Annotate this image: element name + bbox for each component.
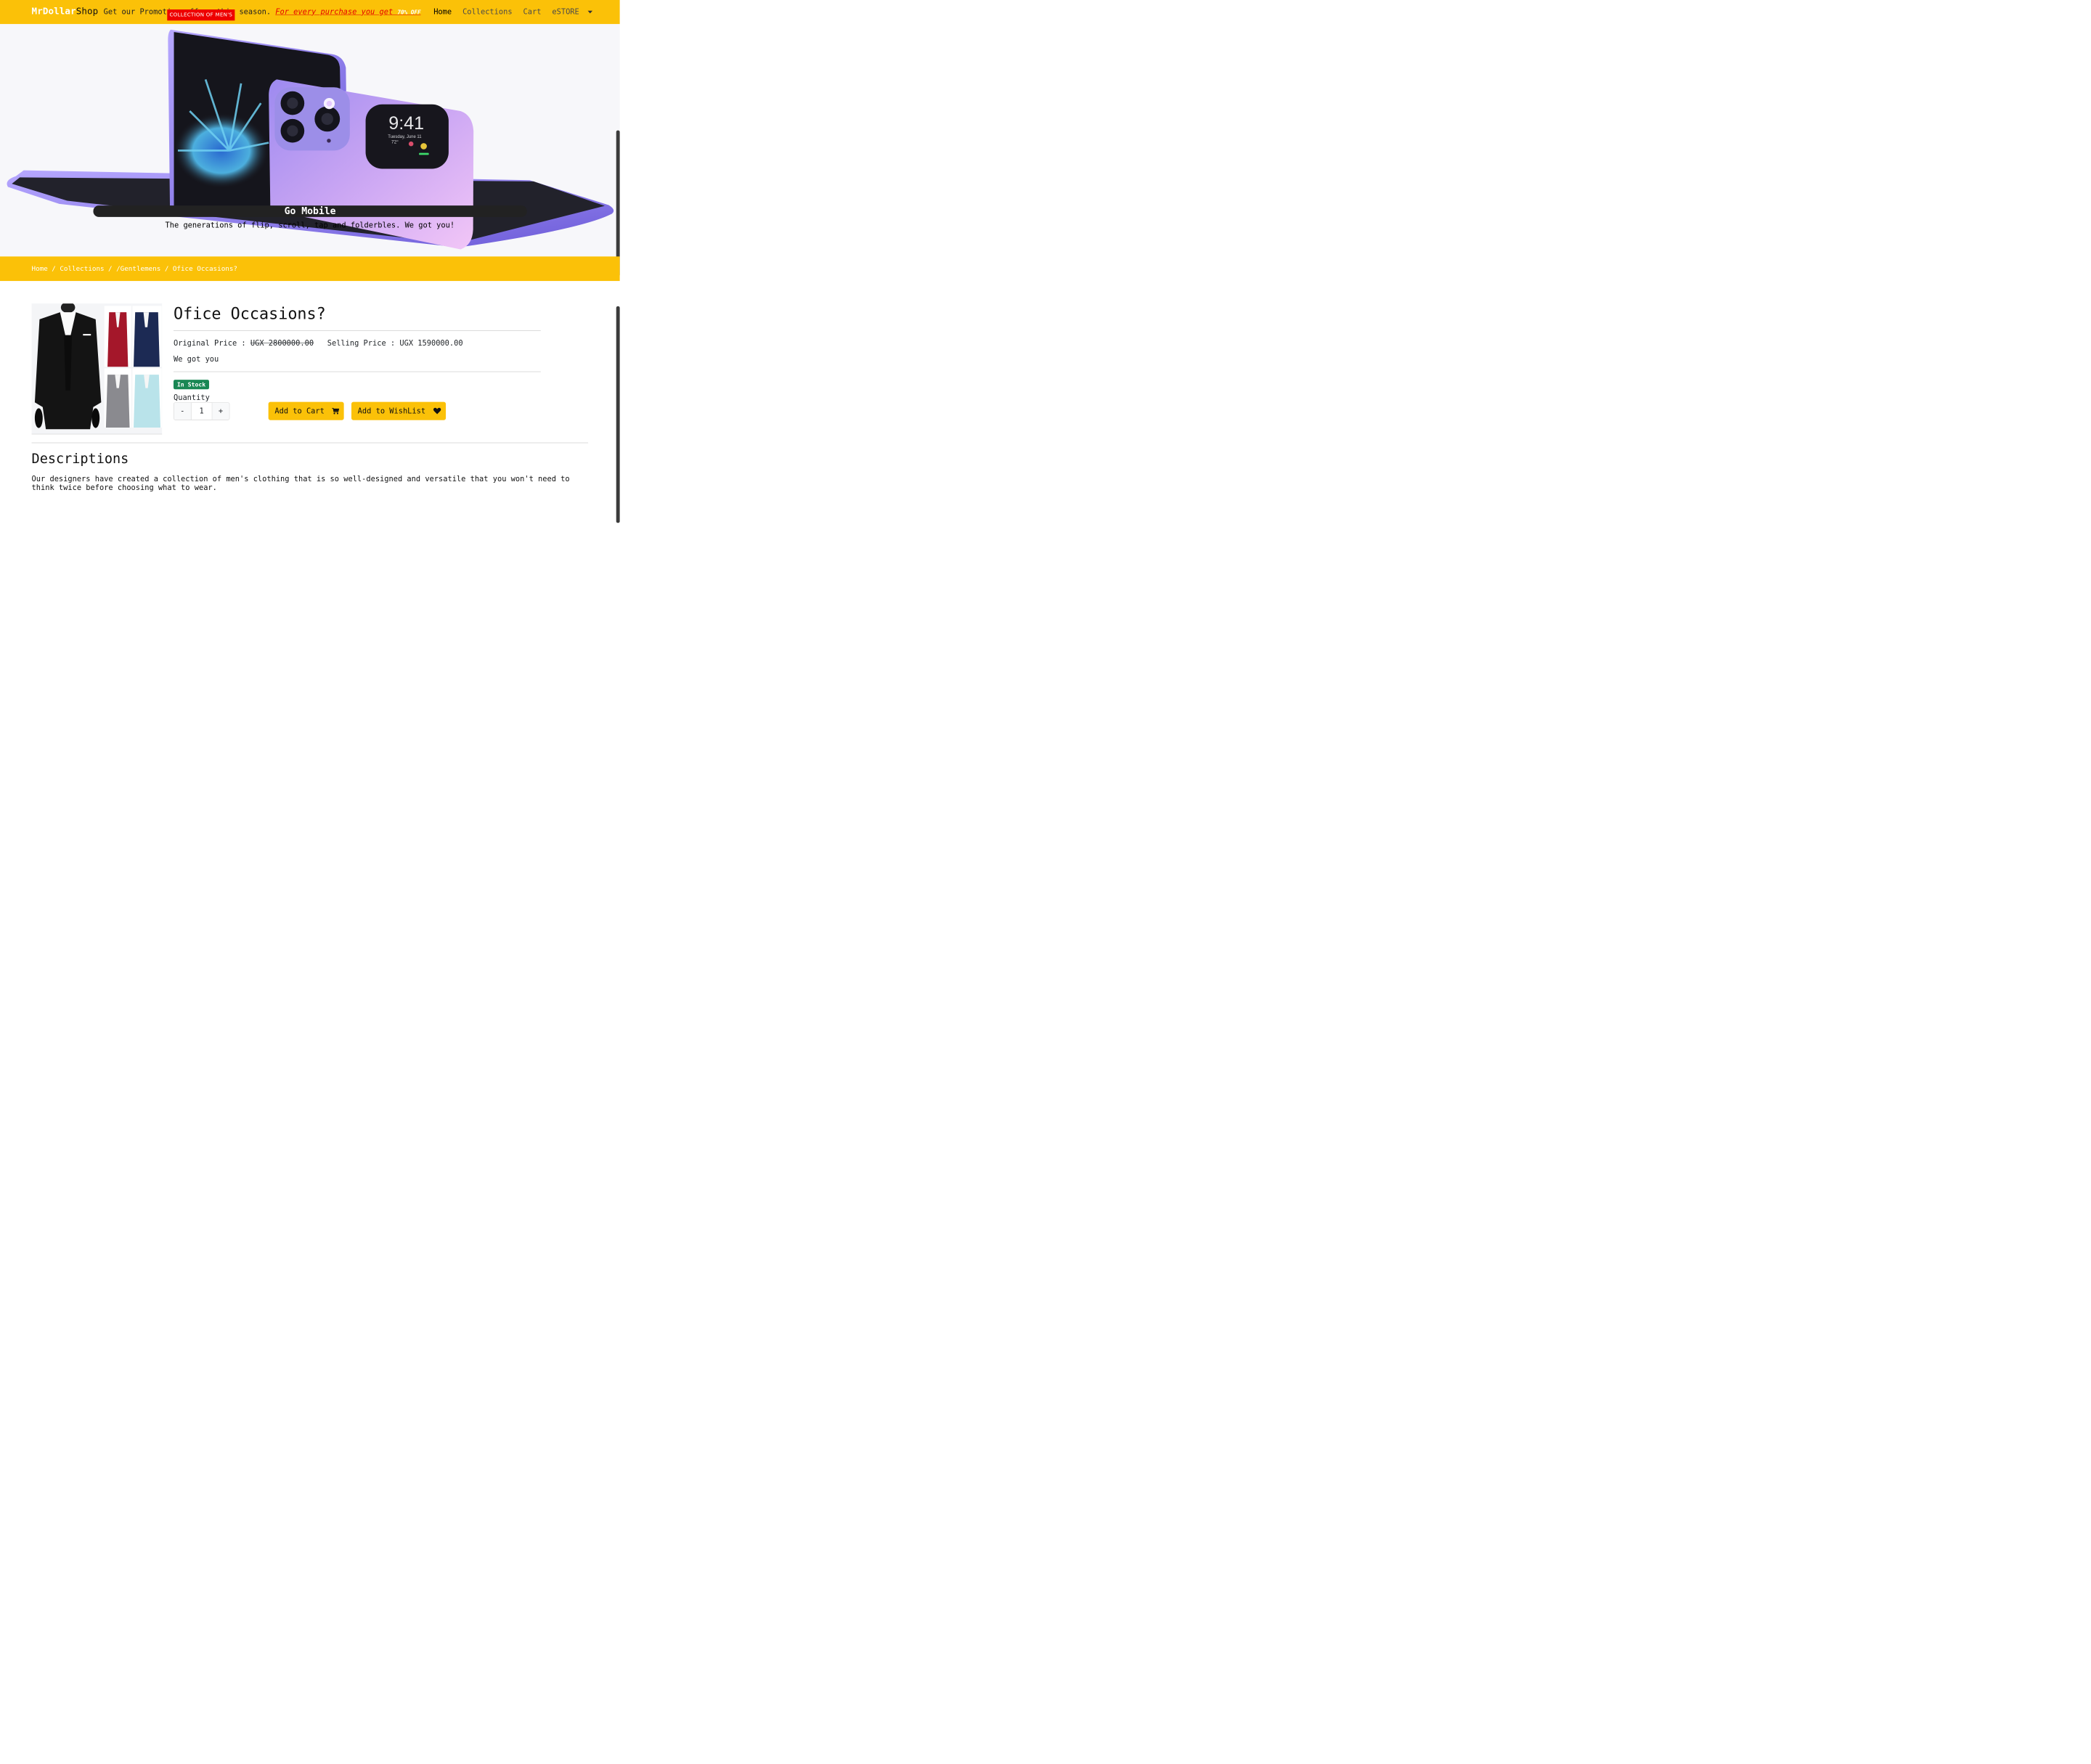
description-text: Our designers have created a collection … xyxy=(31,474,570,492)
hero-carousel[interactable]: 9:41 Tuesday, June 11 72° Go Mobile The … xyxy=(0,24,620,257)
brand-part1: MrDollar xyxy=(31,6,76,17)
add-to-cart-label: Add to Cart xyxy=(274,407,325,416)
page-scrollbar-thumb[interactable] xyxy=(616,130,620,277)
breadcrumb-category[interactable]: /Gentlemens xyxy=(116,265,160,273)
decrement-button[interactable]: - xyxy=(174,402,191,420)
product-image xyxy=(31,301,163,435)
breadcrumb-home[interactable]: Home xyxy=(32,265,48,273)
price-row: Original Price : UGX 2800000.00 Selling … xyxy=(174,339,463,348)
increment-button[interactable]: + xyxy=(212,402,229,420)
nav-links: Home Collections Cart eSTORE xyxy=(433,7,599,16)
selling-price-label: Selling Price : xyxy=(327,338,400,348)
quantity-label: Quantity xyxy=(173,393,210,402)
brand-logo[interactable]: MrDollarShop xyxy=(32,7,99,17)
promo-off: 70% OFF xyxy=(397,9,421,16)
product-title: Ofice Occasions? xyxy=(173,304,326,323)
divider xyxy=(173,330,541,331)
content-scrollbar-thumb[interactable] xyxy=(616,306,620,523)
caret-down-icon xyxy=(587,10,593,14)
stock-badge: In Stock xyxy=(173,380,210,390)
promo-link[interactable]: For every purchase you get 70% OFF xyxy=(275,7,420,16)
nav-estore[interactable]: eSTORE xyxy=(552,7,593,16)
add-to-wishlist-button[interactable]: Add to WishList xyxy=(351,401,447,420)
product-tagline: We got you xyxy=(173,354,219,364)
breadcrumb: Home / Collections //Gentlemens / Ofice Occas… xyxy=(0,256,620,282)
heart-icon xyxy=(433,407,441,415)
navbar: MrDollarShop Get our Promotion offers th… xyxy=(0,0,620,25)
divider xyxy=(31,442,589,444)
cart-icon xyxy=(332,407,340,415)
description-title: Descriptions xyxy=(31,451,129,467)
brand-part2: Shop xyxy=(76,6,99,17)
hero-subtitle: The generations of flip, scroll, tap and… xyxy=(165,221,455,230)
nav-collections[interactable]: Collections xyxy=(462,7,513,16)
phone-date: Tuesday, June 11 xyxy=(388,135,422,139)
hero-title: Go Mobile xyxy=(93,205,527,217)
nav-cart[interactable]: Cart xyxy=(523,7,542,16)
quantity-stepper: - 1 + xyxy=(173,402,230,420)
quantity-input[interactable]: 1 xyxy=(190,402,213,420)
phone-time: 9:41 xyxy=(388,113,424,134)
mens-collection-badge[interactable]: COLLECTION OF MEN'S xyxy=(167,9,235,21)
breadcrumb-current: Ofice Occasions? xyxy=(172,264,237,273)
breadcrumb-collections[interactable]: Collections xyxy=(60,265,104,273)
phone-temp: 72° xyxy=(391,139,399,145)
add-to-wishlist-label: Add to WishList xyxy=(357,407,426,416)
promo-marquee: Get our Promotion offers this season. Fo… xyxy=(104,7,431,17)
add-to-cart-button[interactable]: Add to Cart xyxy=(268,401,344,420)
original-price-label: Original Price : xyxy=(173,338,250,348)
nav-home[interactable]: Home xyxy=(433,7,452,16)
original-price: UGX 2800000.00 xyxy=(250,338,314,348)
selling-price: UGX 1590000.00 xyxy=(399,338,463,348)
